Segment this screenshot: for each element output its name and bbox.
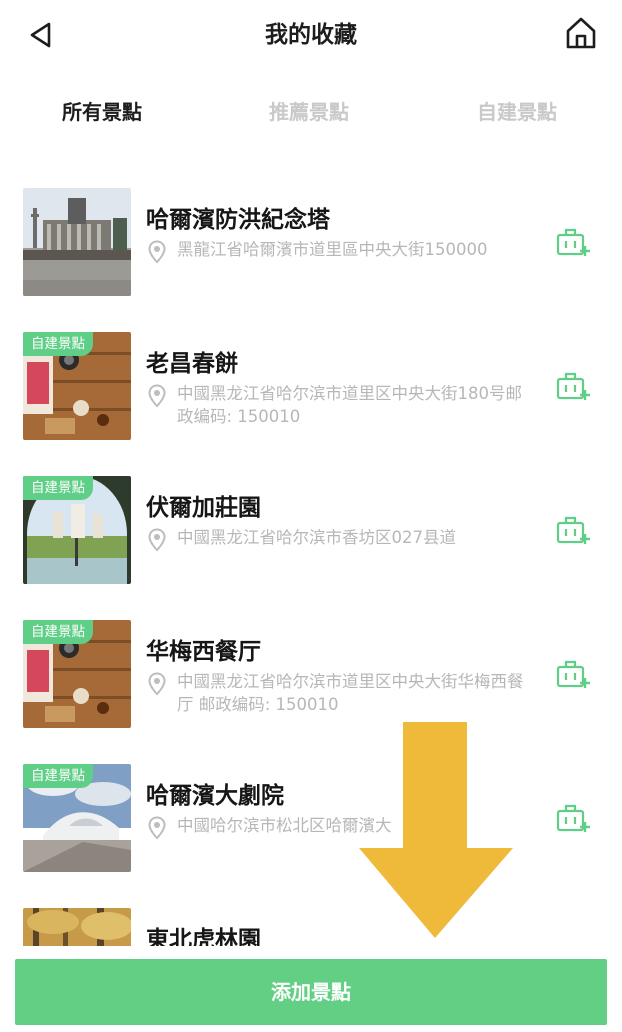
- add-spot-button[interactable]: 添加景點: [15, 959, 607, 1025]
- thumbnail-image: [23, 908, 131, 946]
- location-pin-icon: [148, 672, 166, 696]
- location-pin-icon: [148, 528, 166, 552]
- header: 我的收藏: [0, 0, 622, 70]
- spot-address: 中國黑龙江省哈尔滨市道里区中央大街华梅西餐厅 邮政编码: 150010: [177, 672, 524, 714]
- spot-address: 黑龍江省哈爾濱市道里區中央大街150000: [177, 240, 488, 259]
- tab-custom-spots[interactable]: 自建景點: [477, 96, 557, 125]
- location-pin-icon: [148, 384, 166, 408]
- down-arrow-icon: [359, 722, 513, 938]
- thumbnail-image: [23, 188, 131, 296]
- list-item[interactable]: 自建景點 伏爾加莊園 中國黑龙江省哈尔滨市香坊区027县道: [0, 458, 622, 584]
- location-pin-icon: [148, 240, 166, 264]
- add-to-luggage-icon[interactable]: [555, 514, 591, 546]
- tab-bar: 所有景點 推薦景點 自建景點: [0, 88, 622, 134]
- spot-address: 中國黑龙江省哈尔滨市香坊区027县道: [177, 528, 456, 547]
- custom-spot-badge: 自建景點: [23, 332, 93, 356]
- thumbnail-image: 自建景點: [23, 332, 131, 440]
- spot-name: 老昌春餅: [146, 351, 238, 377]
- tab-all-spots[interactable]: 所有景點: [62, 96, 142, 125]
- spot-name: 哈爾濱大劇院: [146, 783, 284, 809]
- add-to-luggage-icon[interactable]: [555, 226, 591, 258]
- spot-address: 中國黑龙江省哈尔滨市道里区中央大街180号邮政编码: 150010: [177, 384, 522, 426]
- add-to-luggage-icon[interactable]: [555, 370, 591, 402]
- list-item[interactable]: 自建景點 老昌春餅 中國黑龙江省哈尔滨市道里区中央大街180号邮政编码: 150…: [0, 314, 622, 440]
- thumbnail-image: 自建景點: [23, 620, 131, 728]
- add-to-luggage-icon[interactable]: [555, 658, 591, 690]
- location-pin-icon: [148, 816, 166, 840]
- home-button[interactable]: [562, 14, 600, 52]
- home-icon: [566, 17, 596, 49]
- list-item[interactable]: 哈爾濱防洪紀念塔 黑龍江省哈爾濱市道里區中央大街150000: [0, 170, 622, 296]
- custom-spot-badge: 自建景點: [23, 476, 93, 500]
- add-to-luggage-icon[interactable]: [555, 802, 591, 834]
- spot-name: 哈爾濱防洪紀念塔: [146, 207, 330, 233]
- spot-name: 東北虎林園: [146, 927, 261, 946]
- thumbnail-image: 自建景點: [23, 764, 131, 872]
- thumbnail-image: 自建景點: [23, 476, 131, 584]
- page-title: 我的收藏: [265, 22, 357, 48]
- spot-name: 伏爾加莊園: [146, 495, 261, 521]
- list-item[interactable]: 自建景點 哈爾濱大劇院 中國哈尔滨市松北区哈爾濱大: [0, 746, 622, 872]
- tab-recommended-spots[interactable]: 推薦景點: [269, 96, 349, 125]
- list-item[interactable]: 東北虎林園: [0, 890, 622, 946]
- favorites-list: 哈爾濱防洪紀念塔 黑龍江省哈爾濱市道里區中央大街150000 自建景點 老昌春餅…: [0, 170, 622, 946]
- list-item[interactable]: 自建景點 华梅西餐厅 中國黑龙江省哈尔滨市道里区中央大街华梅西餐厅 邮政编码: …: [0, 602, 622, 728]
- custom-spot-badge: 自建景點: [23, 764, 93, 788]
- spot-name: 华梅西餐厅: [146, 639, 261, 665]
- custom-spot-badge: 自建景點: [23, 620, 93, 644]
